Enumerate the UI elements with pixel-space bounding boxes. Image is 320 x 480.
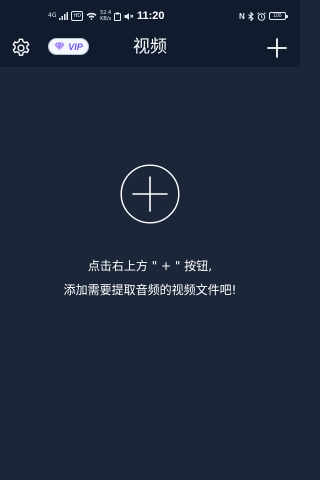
- network-speed: 52.4 KB/s: [100, 10, 111, 22]
- empty-hint-line-2: 添加需要提取音频的视频文件吧!: [63, 283, 237, 297]
- bluetooth-icon: [247, 11, 254, 21]
- gear-icon: [12, 38, 30, 56]
- network-type: 4G: [48, 12, 57, 19]
- status-time: 11:20: [137, 10, 165, 22]
- status-left-group: 4G HD 52.4 KB/s: [48, 9, 134, 23]
- nfc-icon: N: [239, 11, 245, 21]
- top-nav-bar: VIP 视频: [0, 30, 300, 67]
- add-video-button[interactable]: [266, 37, 288, 59]
- hd-badge: HD: [71, 11, 84, 21]
- empty-hint-line-1: 点击右上方 " + " 按钮,: [87, 259, 213, 273]
- signal-icon: [59, 12, 69, 20]
- clipboard-icon: [114, 12, 122, 21]
- settings-button[interactable]: [10, 37, 32, 59]
- empty-state-panel: 点击右上方 " + " 按钮, 添加需要提取音频的视频文件吧!: [0, 67, 300, 480]
- page-title: 视频: [133, 37, 167, 57]
- status-bar: 4G HD 52.4 KB/s 11:20 N 100: [0, 0, 300, 30]
- battery-indicator: 100: [268, 12, 288, 20]
- diamond-icon: [54, 42, 65, 51]
- status-right-group: N 100: [239, 10, 288, 22]
- circle-plus-icon: [120, 164, 180, 224]
- vip-label: VIP: [68, 41, 83, 52]
- network-speed-unit: KB/s: [100, 16, 112, 22]
- vip-button[interactable]: VIP: [48, 38, 89, 55]
- mute-icon: [124, 12, 134, 20]
- plus-icon: [267, 38, 287, 58]
- add-video-circle-button[interactable]: [120, 164, 180, 224]
- alarm-icon: [257, 11, 266, 21]
- battery-level: 100: [273, 13, 282, 19]
- wifi-icon: [86, 12, 97, 20]
